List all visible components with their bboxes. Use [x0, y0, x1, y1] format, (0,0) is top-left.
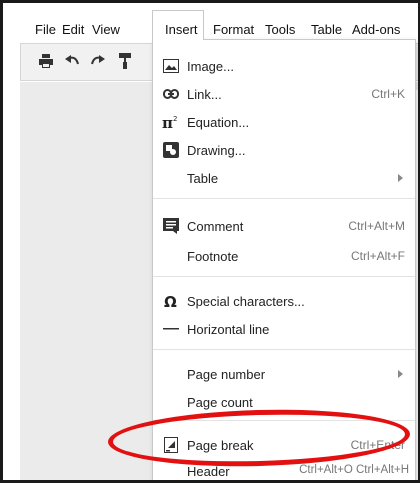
page-break-icon: [162, 436, 180, 454]
submenu-arrow-icon: [398, 370, 403, 378]
menu-addons[interactable]: Add-ons: [352, 22, 400, 37]
menu-view[interactable]: View: [92, 22, 120, 37]
menu-item-label: Page number: [187, 367, 266, 382]
omega-icon: Ω: [162, 292, 180, 310]
menu-item-horizontal-line[interactable]: Horizontal line: [153, 315, 415, 343]
menu-edit[interactable]: Edit: [62, 22, 84, 37]
menu-format[interactable]: Format: [213, 22, 254, 37]
menu-item-label: Footnote: [187, 249, 239, 264]
menu-item-footnote[interactable]: Footnote Ctrl+Alt+F: [153, 242, 415, 270]
menu-item-label: Special characters...: [187, 294, 305, 309]
print-icon[interactable]: [37, 52, 55, 70]
menu-item-label: Link...: [187, 87, 222, 102]
horizontal-line-icon: [162, 320, 180, 338]
undo-icon[interactable]: [63, 52, 81, 70]
menu-separator: [153, 420, 415, 421]
menu-item-label: Equation...: [187, 115, 250, 130]
menu-item-link[interactable]: Link... Ctrl+K: [153, 80, 415, 108]
menu-item-header[interactable]: Header Ctrl+Alt+O Ctrl+Alt+H: [153, 457, 415, 483]
menu-tools[interactable]: Tools: [265, 22, 295, 37]
menu-item-label: Comment: [187, 219, 244, 234]
menu-item-shortcut: Ctrl+Alt+F: [350, 249, 405, 263]
menu-item-label: Table: [187, 171, 219, 186]
svg-text:Ω: Ω: [164, 293, 177, 309]
menu-file[interactable]: File: [35, 22, 56, 37]
image-icon: [162, 57, 180, 75]
link-icon: [162, 85, 180, 103]
menu-item-label: Image...: [187, 59, 234, 74]
menu-item-comment[interactable]: Comment Ctrl+Alt+M: [153, 212, 415, 240]
redo-icon[interactable]: [89, 52, 107, 70]
menubar: File Edit View Insert Format Tools Table…: [3, 3, 418, 37]
menu-item-label: Page break: [187, 438, 254, 453]
menu-item-drawing[interactable]: Drawing...: [153, 136, 415, 164]
menu-item-shortcut: Ctrl+K: [371, 87, 405, 101]
equation-icon: π2: [162, 113, 180, 131]
menu-item-label: Drawing...: [187, 143, 246, 158]
menu-separator: [153, 349, 415, 350]
submenu-arrow-icon: [398, 174, 403, 182]
comment-icon: [162, 217, 180, 235]
insert-menu: Image... Link... Ctrl+K π2 Equation... D…: [152, 39, 416, 483]
menu-item-page-count[interactable]: Page count: [153, 388, 415, 416]
menu-item-shortcut: Ctrl+Alt+O Ctrl+Alt+H: [299, 464, 409, 476]
svg-text:π: π: [162, 114, 173, 130]
menu-item-label: Header: [187, 464, 230, 479]
svg-text:2: 2: [173, 115, 177, 123]
menu-table[interactable]: Table: [311, 22, 342, 37]
menu-item-table[interactable]: Table: [153, 164, 415, 192]
menu-separator: [153, 198, 415, 199]
menu-item-page-number[interactable]: Page number: [153, 360, 415, 388]
menu-item-special-characters[interactable]: Ω Special characters...: [153, 287, 415, 315]
menu-item-shortcut: Ctrl+Enter: [350, 438, 405, 452]
menu-separator: [153, 276, 415, 277]
drawing-icon: [162, 141, 180, 159]
menu-item-equation[interactable]: π2 Equation...: [153, 108, 415, 136]
menu-item-page-break[interactable]: Page break Ctrl+Enter: [153, 431, 415, 459]
paint-format-icon[interactable]: [116, 52, 134, 70]
menu-item-image[interactable]: Image...: [153, 52, 415, 80]
menu-item-label: Horizontal line: [187, 322, 270, 337]
menu-item-shortcut: Ctrl+Alt+M: [348, 219, 405, 233]
menu-insert[interactable]: Insert: [165, 22, 198, 37]
menu-item-label: Page count: [187, 395, 253, 410]
